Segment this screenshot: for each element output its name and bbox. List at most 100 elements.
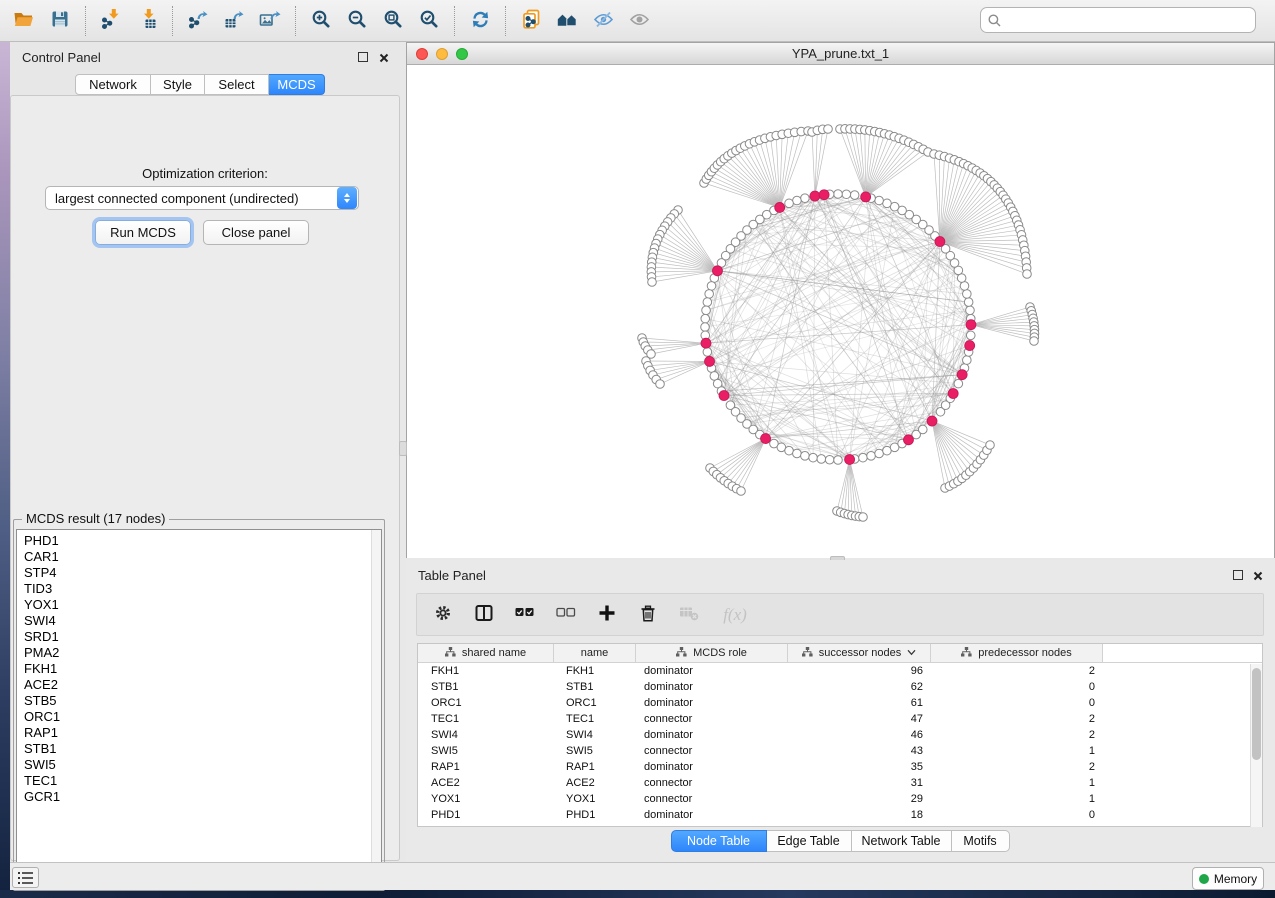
table-row[interactable]: ACE2ACE2connector311 [418, 775, 1262, 791]
table-row[interactable]: STB1STB1dominator620 [418, 679, 1262, 695]
tab-edge-table[interactable]: Edge Table [767, 830, 852, 852]
show-all-button[interactable] [621, 3, 657, 39]
export-image-icon [259, 9, 281, 32]
mcds-result-item[interactable]: FKH1 [24, 661, 381, 677]
mcds-result-item[interactable]: PMA2 [24, 645, 381, 661]
column-header-successor-nodes[interactable]: successor nodes [788, 644, 931, 662]
column-header-shared-name[interactable]: shared name [418, 644, 554, 662]
function-builder-button[interactable]: f(x) [718, 603, 752, 627]
network-window-titlebar[interactable]: YPA_prune.txt_1 [407, 43, 1274, 65]
table-panel-float-icon[interactable] [1233, 570, 1243, 580]
clear-selection-button[interactable] [554, 603, 578, 627]
mcds-result-item[interactable]: PHD1 [24, 533, 381, 549]
mcds-result-item[interactable]: GCR1 [24, 789, 381, 805]
delete-columns-button[interactable] [636, 603, 660, 627]
first-neighbors-icon [557, 10, 578, 31]
network-graph[interactable] [407, 65, 1274, 558]
mcds-result-item[interactable]: SRD1 [24, 629, 381, 645]
tab-network[interactable]: Network [75, 74, 151, 95]
column-header-predecessor-nodes[interactable]: predecessor nodes [931, 644, 1103, 662]
search-input[interactable] [1001, 13, 1255, 28]
export-network-button[interactable] [180, 3, 216, 39]
zoom-fit-button[interactable] [375, 3, 411, 39]
new-network-from-selection-button[interactable] [513, 3, 549, 39]
table-scrollbar-thumb[interactable] [1252, 668, 1261, 760]
tab-motifs[interactable]: Motifs [952, 830, 1010, 852]
column-header-name[interactable]: name [554, 644, 636, 662]
table-scrollbar[interactable] [1250, 664, 1262, 827]
first-neighbors-button[interactable] [549, 3, 585, 39]
table-row[interactable]: YOX1YOX1connector291 [418, 791, 1262, 807]
toolbar-separator [454, 6, 455, 36]
memory-button[interactable]: Memory [1192, 867, 1264, 890]
export-table-button[interactable] [216, 3, 252, 39]
table-options-button[interactable] [431, 603, 455, 627]
task-history-button[interactable] [12, 867, 39, 888]
table-panel-close-icon[interactable] [1252, 569, 1263, 580]
mcds-result-item[interactable]: TID3 [24, 581, 381, 597]
column-header-label: MCDS role [693, 647, 747, 659]
vertical-splitter-handle[interactable] [399, 441, 407, 456]
search-box[interactable] [980, 7, 1256, 33]
table-cell: YOX1 [554, 793, 636, 805]
apply-layout-button[interactable] [462, 3, 498, 39]
table-row[interactable]: ORC1ORC1dominator610 [418, 695, 1262, 711]
import-network-button[interactable] [93, 3, 129, 39]
mcds-result-item[interactable]: STP4 [24, 565, 381, 581]
zoom-selected-button[interactable] [411, 3, 447, 39]
table-cell: ORC1 [418, 697, 554, 709]
tab-network-table[interactable]: Network Table [852, 830, 952, 852]
tab-mcds[interactable]: MCDS [269, 74, 325, 95]
show-columns-button[interactable] [472, 603, 496, 627]
function-builder-icon: f(x) [723, 605, 747, 625]
select-all-button[interactable] [513, 603, 537, 627]
open-session-button[interactable] [6, 3, 42, 39]
zoom-out-button[interactable] [339, 3, 375, 39]
mcds-result-item[interactable]: STB5 [24, 693, 381, 709]
tab-style[interactable]: Style [151, 74, 205, 95]
mcds-result-scrollbar[interactable] [371, 530, 381, 887]
import-table-button[interactable] [129, 3, 165, 39]
search-icon [988, 14, 1001, 27]
table-cell: dominator [636, 809, 788, 821]
table-row[interactable]: PHD1PHD1dominator180 [418, 807, 1262, 823]
table-cell: RAP1 [554, 761, 636, 773]
create-column-button[interactable] [595, 603, 619, 627]
tab-select[interactable]: Select [205, 74, 269, 95]
network-canvas[interactable] [407, 65, 1274, 558]
control-panel-close-icon[interactable] [378, 51, 389, 62]
control-panel-float-icon[interactable] [358, 52, 368, 62]
mcds-result-item[interactable]: ACE2 [24, 677, 381, 693]
table-cell: 1 [931, 793, 1103, 805]
criterion-dropdown[interactable]: largest connected component (undirected) [45, 186, 359, 210]
tab-node-table[interactable]: Node Table [671, 830, 767, 852]
mcds-result-item[interactable]: YOX1 [24, 597, 381, 613]
mcds-result-item[interactable]: ORC1 [24, 709, 381, 725]
network-window-title: YPA_prune.txt_1 [407, 46, 1274, 61]
mcds-result-item[interactable]: TEC1 [24, 773, 381, 789]
mcds-result-item[interactable]: RAP1 [24, 725, 381, 741]
table-cell: 47 [788, 713, 931, 725]
hide-selected-button[interactable] [585, 3, 621, 39]
table-row[interactable]: FKH1FKH1dominator962 [418, 663, 1262, 679]
table-row[interactable]: SWI4SWI4dominator462 [418, 727, 1262, 743]
mcds-result-list[interactable]: PHD1CAR1STP4TID3YOX1SWI4SRD1PMA2FKH1ACE2… [16, 529, 382, 888]
table-row[interactable]: TEC1TEC1connector472 [418, 711, 1262, 727]
mcds-result-item[interactable]: SWI5 [24, 757, 381, 773]
close-panel-button[interactable]: Close panel [203, 220, 309, 245]
table-cell: dominator [636, 761, 788, 773]
mcds-result-item[interactable]: CAR1 [24, 549, 381, 565]
criterion-dropdown-value: largest connected component (undirected) [46, 191, 337, 206]
zoom-in-button[interactable] [303, 3, 339, 39]
run-mcds-button[interactable]: Run MCDS [95, 220, 191, 245]
table-row[interactable]: SWI5SWI5connector431 [418, 743, 1262, 759]
select-all-icon [515, 606, 535, 623]
export-image-button[interactable] [252, 3, 288, 39]
table-row[interactable]: RAP1RAP1dominator352 [418, 759, 1262, 775]
mcds-result-item[interactable]: STB1 [24, 741, 381, 757]
mcds-result-item[interactable]: SWI4 [24, 613, 381, 629]
table-cell: 46 [788, 729, 931, 741]
column-header-MCDS-role[interactable]: MCDS role [636, 644, 788, 662]
delete-table-button[interactable] [677, 603, 701, 627]
save-session-button[interactable] [42, 3, 78, 39]
